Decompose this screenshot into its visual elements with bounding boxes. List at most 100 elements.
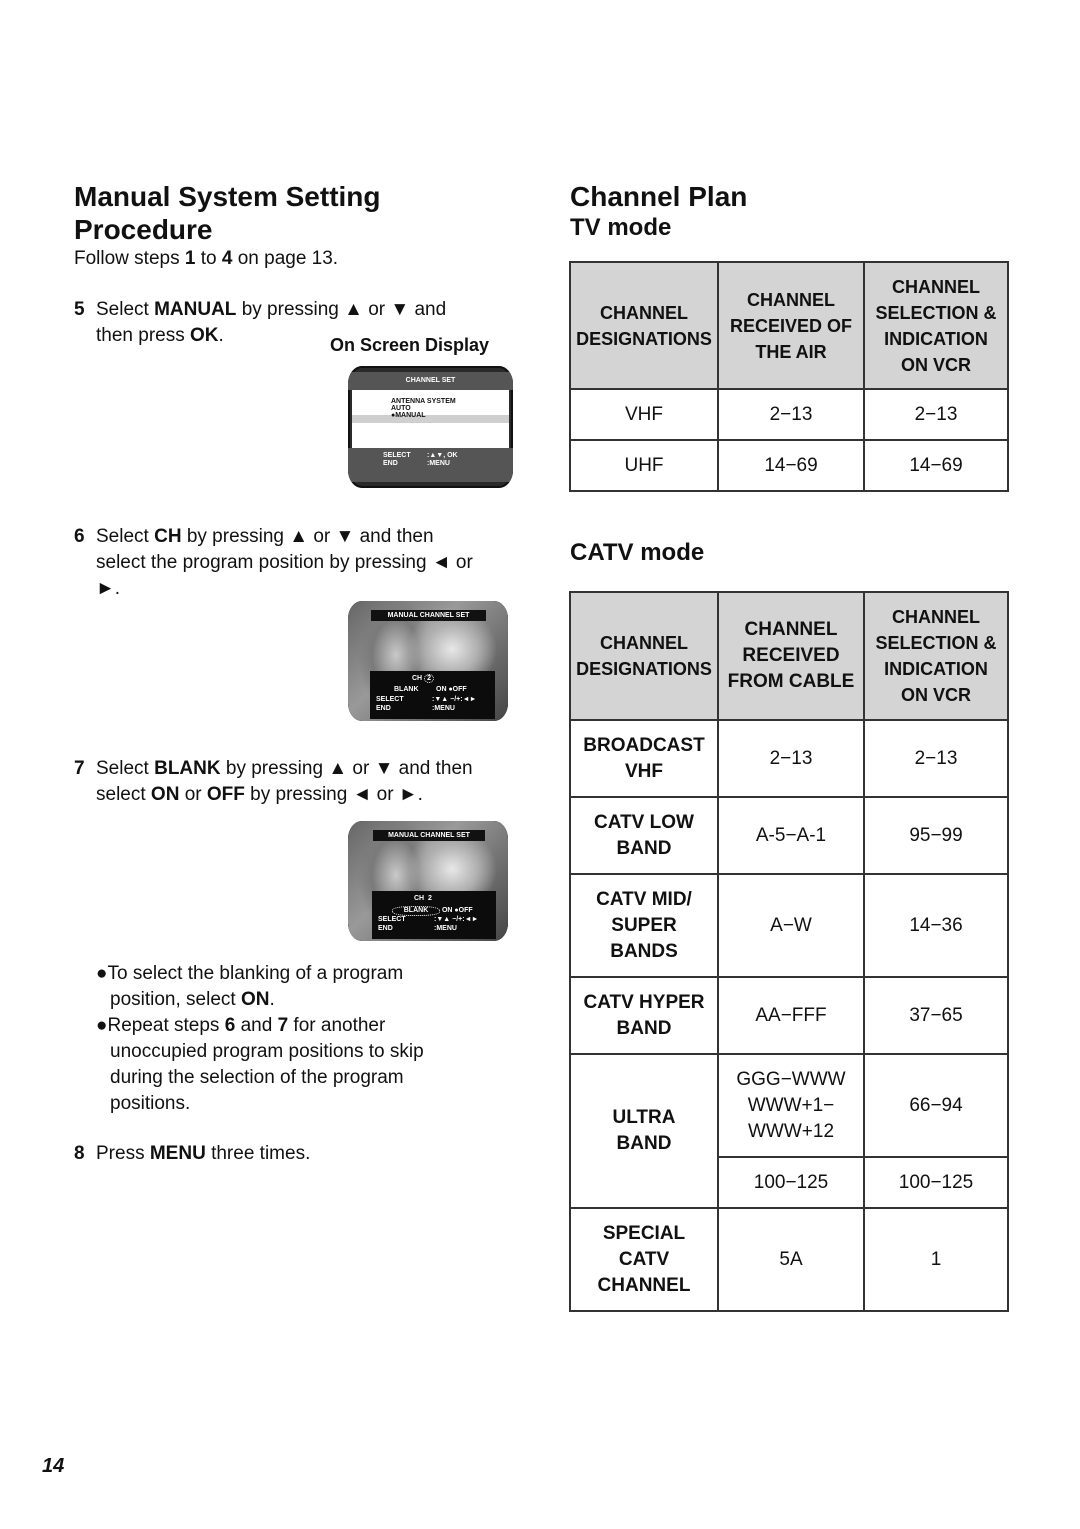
catv-mode-title: CATV mode bbox=[570, 539, 705, 566]
step5-key-manual: MANUAL bbox=[154, 299, 237, 320]
tv-mode-table: CHANNEL DESIGNATIONS CHANNEL RECEIVED OF… bbox=[569, 261, 1009, 492]
step5-key-ok: OK bbox=[190, 325, 219, 346]
cell-designation: CATV LOW BAND bbox=[569, 796, 719, 875]
step-number: 6 bbox=[74, 526, 85, 547]
osd-panel: CH 2 BLANK ON ●OFF SELECT:▼▲ −/+:◄► END:M… bbox=[370, 671, 495, 719]
bullet1-line2-end: . bbox=[269, 989, 275, 1010]
bullet-list: ●To select the blanking of a program pos… bbox=[96, 961, 516, 1117]
table-row: ULTRA BAND GGG−WWW WWW+1− WWW+12 66−94 bbox=[569, 1053, 1009, 1209]
title-line-1: Manual System Setting bbox=[74, 181, 381, 212]
cell-vcr: 100−125 bbox=[863, 1156, 1009, 1209]
cell-received: GGG−WWW WWW+1− WWW+12 bbox=[717, 1053, 865, 1158]
osd-blank-label-blinking: BLANK bbox=[392, 906, 440, 916]
cell-vcr: 2−13 bbox=[863, 719, 1009, 798]
step7-key-off: OFF bbox=[206, 784, 245, 805]
osd-manual-channel-set-screen-blank: MANUAL CHANNEL SET CH 2 BLANK ON ●OFF SE… bbox=[348, 821, 508, 941]
osd-title: MANUAL CHANNEL SET bbox=[373, 830, 485, 841]
step-8: 8 Press MENU three times. bbox=[74, 1141, 514, 1167]
cell-vcr: 66−94 bbox=[863, 1053, 1009, 1158]
cell-received: 2−13 bbox=[717, 719, 865, 798]
osd-select-value: :▼▲ −/+:◄► bbox=[432, 696, 477, 703]
cell-designation: ULTRA BAND bbox=[569, 1053, 719, 1209]
bullet2-step-a: 6 bbox=[224, 1015, 236, 1036]
table-header-row: CHANNEL DESIGNATIONS CHANNEL RECEIVED FR… bbox=[569, 591, 1009, 721]
osd-blank-on: ON bbox=[436, 686, 447, 693]
tv-mode-title: TV mode bbox=[570, 214, 672, 241]
step5-text: Select bbox=[96, 299, 155, 320]
osd-title: CHANNEL SET bbox=[348, 372, 513, 390]
cell-received: 100−125 bbox=[717, 1156, 865, 1209]
osd-end-label: END bbox=[378, 925, 393, 932]
bullet2-step-b: 7 bbox=[277, 1015, 289, 1036]
osd-footer-value: :MENU bbox=[427, 460, 450, 467]
cell-designation: CATV HYPER BAND bbox=[569, 976, 719, 1055]
cell-designation: VHF bbox=[569, 388, 719, 441]
bullet1-line2: position, select bbox=[110, 989, 241, 1010]
osd-ch-value-blinking: 2 bbox=[424, 674, 434, 683]
table-row: UHF 14−69 14−69 bbox=[569, 439, 1009, 492]
cell-vcr: 14−36 bbox=[863, 873, 1009, 978]
osd-footer-value: :▲▼, OK bbox=[427, 452, 458, 459]
osd-end-value: :MENU bbox=[432, 705, 455, 712]
osd-title: MANUAL CHANNEL SET bbox=[371, 610, 486, 621]
cell-vcr: 14−69 bbox=[863, 439, 1009, 492]
step7-key-blank: BLANK bbox=[154, 758, 221, 779]
cell-designation: BROADCAST VHF bbox=[569, 719, 719, 798]
page-number: 14 bbox=[42, 1455, 65, 1477]
cell-vcr: 1 bbox=[863, 1207, 1009, 1312]
bullet2-post: for another bbox=[288, 1015, 386, 1036]
cell-received: AA−FFF bbox=[717, 976, 865, 1055]
cell-designation: SPECIAL CATV CHANNEL bbox=[569, 1207, 719, 1312]
osd-channel-set-screen: CHANNEL SET ANTENNA SYSTEM AUTO ●MANUAL … bbox=[348, 366, 513, 488]
step-6: 6 Select CH by pressing ▲ or ▼ and then … bbox=[74, 524, 524, 602]
osd-label: On Screen Display bbox=[330, 335, 490, 355]
table-row: SPECIAL CATV CHANNEL 5A 1 bbox=[569, 1207, 1009, 1312]
bullet2-pre: ●Repeat steps bbox=[96, 1015, 225, 1036]
osd-blank-label: BLANK bbox=[394, 686, 419, 693]
osd-panel: CH 2 BLANK ON ●OFF SELECT:▼▲ −/+:◄► END:… bbox=[372, 891, 496, 939]
title-line-2: Procedure bbox=[74, 214, 213, 245]
bullet2-mid: and bbox=[235, 1015, 278, 1036]
step-number: 7 bbox=[74, 758, 85, 779]
cell-received: 2−13 bbox=[717, 388, 865, 441]
step6-text-2: by pressing ▲ or ▼ and then bbox=[181, 526, 434, 547]
step8-key-menu: MENU bbox=[149, 1143, 206, 1164]
bullet1-line1: ●To select the blanking of a program bbox=[96, 963, 404, 984]
intro-text: Follow steps 1 to 4 on page 13. bbox=[74, 246, 338, 272]
intro-mid: to bbox=[195, 248, 222, 269]
osd-end-label: END bbox=[376, 705, 391, 712]
header-designations: CHANNEL DESIGNATIONS bbox=[569, 261, 719, 390]
step5-line2-end: . bbox=[218, 325, 224, 346]
header-received: CHANNEL RECEIVED OF THE AIR bbox=[717, 261, 865, 390]
catv-mode-table: CHANNEL DESIGNATIONS CHANNEL RECEIVED FR… bbox=[569, 591, 1009, 1312]
step8-text: Press bbox=[96, 1143, 150, 1164]
tv-mode-heading: TV mode bbox=[570, 214, 671, 242]
bullet1-key-on: ON bbox=[240, 989, 270, 1010]
osd-manual-channel-set-screen-ch: MANUAL CHANNEL SET CH 2 BLANK ON ●OFF SEL… bbox=[348, 601, 508, 721]
intro-pre: Follow steps bbox=[74, 248, 185, 269]
table-row: CATV LOW BAND A-5−A-1 95−99 bbox=[569, 796, 1009, 875]
cell-received: 14−69 bbox=[717, 439, 865, 492]
osd-select-label: SELECT bbox=[378, 916, 406, 923]
step-7: 7 Select BLANK by pressing ▲ or ▼ and th… bbox=[74, 756, 524, 808]
cell-designation: UHF bbox=[569, 439, 719, 492]
table-row: CATV HYPER BAND AA−FFF 37−65 bbox=[569, 976, 1009, 1055]
step5-line2: then press bbox=[96, 325, 190, 346]
intro-step-b: 4 bbox=[221, 248, 233, 269]
osd-ch-label: CH bbox=[412, 675, 423, 682]
table-header-row: CHANNEL DESIGNATIONS CHANNEL RECEIVED OF… bbox=[569, 261, 1009, 390]
header-vcr: CHANNEL SELECTION & INDICATION ON VCR bbox=[863, 261, 1009, 390]
cell-received: A-5−A-1 bbox=[717, 796, 865, 875]
step5-text-2: by pressing ▲ or ▼ and bbox=[236, 299, 447, 320]
osd-end-value: :MENU bbox=[434, 925, 457, 932]
osd-blank-on: ON bbox=[441, 907, 453, 914]
intro-step-a: 1 bbox=[184, 248, 196, 269]
bullet2-line3: during the selection of the program bbox=[110, 1067, 404, 1088]
osd-select-label: SELECT bbox=[376, 696, 404, 703]
bullet-item: ●Repeat steps 6 and 7 for another unoccu… bbox=[96, 1013, 516, 1117]
left-title: Manual System Setting Procedure bbox=[74, 180, 381, 246]
channel-plan-heading: Channel Plan bbox=[570, 180, 747, 213]
cell-vcr: 95−99 bbox=[863, 796, 1009, 875]
bullet2-line2: unoccupied program positions to skip bbox=[110, 1041, 424, 1062]
step6-line2: select the program position by pressing … bbox=[96, 552, 473, 573]
